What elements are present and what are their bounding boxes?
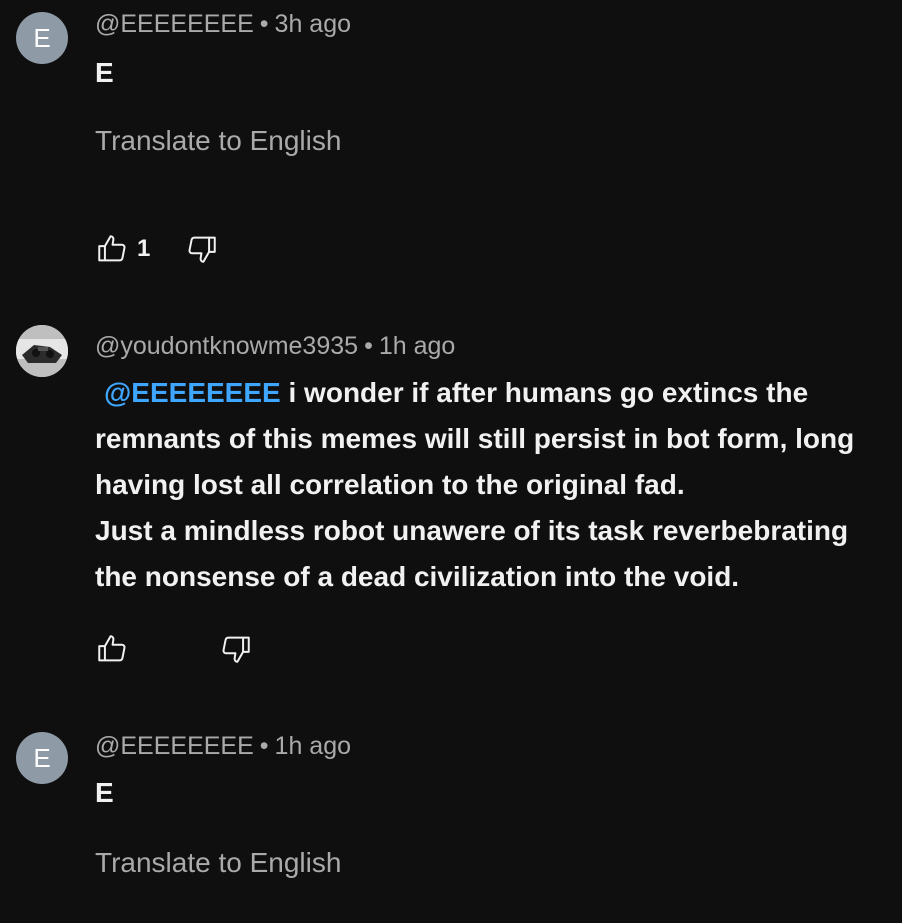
separator: • xyxy=(259,10,269,38)
comment-header: @EEEEEEEE • 3h ago xyxy=(95,10,351,39)
dislike-button[interactable] xyxy=(219,632,253,666)
comment-text: @EEEEEEEE i wonder if after humans go ex… xyxy=(95,370,895,600)
timestamp[interactable]: 1h ago xyxy=(275,732,351,760)
translate-button[interactable]: Translate to English xyxy=(95,125,341,157)
comment-actions xyxy=(95,632,253,666)
comment-text: E xyxy=(95,777,114,808)
dislike-button[interactable] xyxy=(185,232,219,266)
comment-text-line: Just a mindless robot unawere of its tas… xyxy=(95,515,849,592)
author-name[interactable]: @youdontknowme3935 xyxy=(95,332,358,360)
thumbs-up-icon xyxy=(98,635,126,662)
comment-text: E xyxy=(95,57,114,88)
comment-header: @EEEEEEEE • 1h ago xyxy=(95,732,351,761)
author-name[interactable]: @EEEEEEEE xyxy=(95,732,254,760)
thumbs-up-icon xyxy=(98,235,126,262)
avatar[interactable] xyxy=(16,325,68,377)
timestamp[interactable]: 1h ago xyxy=(379,332,455,360)
author-name[interactable]: @EEEEEEEE xyxy=(95,10,254,38)
avatar-image-icon xyxy=(16,325,68,377)
like-count: 1 xyxy=(137,235,151,262)
mention-link[interactable]: @EEEEEEEE xyxy=(104,377,281,408)
thumbs-down-icon xyxy=(188,236,216,263)
avatar[interactable]: E xyxy=(16,12,68,64)
avatar[interactable]: E xyxy=(16,732,68,784)
separator: • xyxy=(364,332,373,360)
comment-header: @youdontknowme3935 • 1h ago xyxy=(95,332,455,361)
separator: • xyxy=(259,732,269,760)
comment-actions: 1 xyxy=(95,232,219,266)
timestamp[interactable]: 3h ago xyxy=(275,10,351,38)
translate-button[interactable]: Translate to English xyxy=(95,847,341,879)
like-button[interactable] xyxy=(95,632,129,666)
thumbs-down-icon xyxy=(222,636,250,663)
like-button[interactable] xyxy=(95,232,129,266)
